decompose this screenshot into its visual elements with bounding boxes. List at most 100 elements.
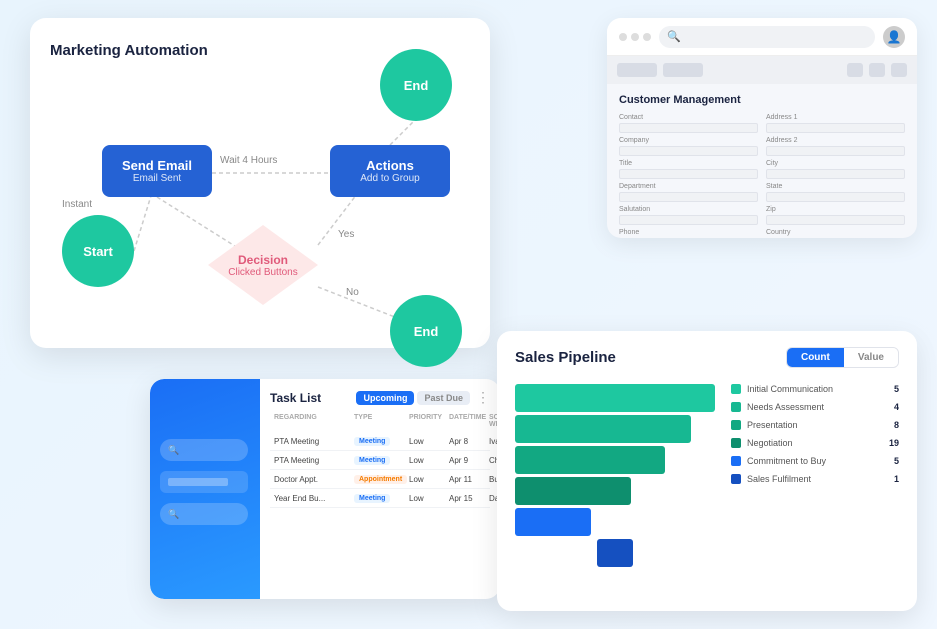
- legend-value-6: 1: [894, 474, 899, 484]
- legend-item-1: Initial Communication 5: [731, 384, 899, 394]
- sidebar-search[interactable]: 🔍: [160, 439, 248, 461]
- dot-1: [619, 33, 627, 41]
- cell-date: Apr 8: [449, 437, 489, 446]
- sidebar-item-1[interactable]: [160, 471, 248, 493]
- legend-label-4: Negotiation: [747, 438, 883, 448]
- legend-item-2: Needs Assessment 4: [731, 402, 899, 412]
- start-node: Start: [62, 215, 134, 287]
- pipeline-title: Sales Pipeline: [515, 349, 616, 366]
- crm-label-country: Country: [766, 229, 905, 236]
- crm-input-salutation[interactable]: [619, 215, 758, 225]
- decision-node[interactable]: Decision Clicked Buttons: [208, 225, 318, 305]
- legend-item-5: Commitment to Buy 5: [731, 456, 899, 466]
- dot-3: [643, 33, 651, 41]
- funnel-bar-2: [515, 415, 691, 443]
- funnel-chart: [515, 380, 715, 590]
- legend-item-3: Presentation 8: [731, 420, 899, 430]
- col-type: TYPE: [354, 414, 409, 428]
- funnel-bar-3: [515, 446, 665, 474]
- pipeline-body: Initial Communication 5 Needs Assessment…: [515, 380, 899, 590]
- toolbar-btn-sm-2: [869, 63, 885, 77]
- tasks-main: Task List Upcoming Past Due ⋮ REGARDING …: [260, 379, 500, 599]
- crm-field-state: State: [766, 183, 905, 202]
- tasks-table-header: REGARDING TYPE PRIORITY DATE/TIME SCHEDU…: [270, 412, 490, 430]
- legend-dot-6: [731, 474, 741, 484]
- sidebar-search-2[interactable]: 🔍: [160, 503, 248, 525]
- crm-label-company: Company: [619, 137, 758, 144]
- legend-dot-4: [731, 438, 741, 448]
- crm-input-city[interactable]: [766, 169, 905, 179]
- flow-area: Start End End Send Email Email Sent Acti…: [50, 77, 470, 347]
- legend-value-5: 5: [894, 456, 899, 466]
- legend-dot-3: [731, 420, 741, 430]
- table-row: PTA Meeting Meeting Low Apr 8 Ivan A. Sh…: [270, 432, 490, 451]
- legend-item-4: Negotiation 19: [731, 438, 899, 448]
- cell-regarding: Year End Bu...: [274, 494, 354, 503]
- legend-value-1: 5: [894, 384, 899, 394]
- crm-input-address1[interactable]: [766, 123, 905, 133]
- cell-type: Meeting: [354, 493, 409, 503]
- crm-field-country: Country: [766, 229, 905, 238]
- pipeline-tabs: Count Value: [786, 347, 899, 368]
- send-email-node[interactable]: Send Email Email Sent: [102, 145, 212, 197]
- toolbar-btn-2: [663, 63, 703, 77]
- cell-priority: Low: [409, 494, 449, 503]
- col-regarding: REGARDING: [274, 414, 354, 428]
- funnel-bar-4: [515, 477, 631, 505]
- crm-field-company: Company: [619, 137, 758, 156]
- crm-input-contact[interactable]: [619, 123, 758, 133]
- col-datetime: DATE/TIME: [449, 414, 489, 428]
- crm-label-phone: Phone: [619, 229, 758, 236]
- cell-type: Meeting: [354, 436, 409, 446]
- legend-value-3: 8: [894, 420, 899, 430]
- cell-regarding: PTA Meeting: [274, 456, 354, 465]
- tab-count[interactable]: Count: [787, 348, 844, 367]
- table-row: Year End Bu... Meeting Low Apr 15 Daneth…: [270, 489, 490, 508]
- tab-upcoming[interactable]: Upcoming: [356, 391, 414, 405]
- end-bottom-node: End: [390, 295, 462, 367]
- actions-node[interactable]: Actions Add to Group: [330, 145, 450, 197]
- user-avatar: 👤: [883, 26, 905, 48]
- crm-input-state[interactable]: [766, 192, 905, 202]
- crm-field-address2: Address 2: [766, 137, 905, 156]
- browser-search-bar[interactable]: 🔍: [659, 26, 875, 48]
- crm-input-address2[interactable]: [766, 146, 905, 156]
- crm-input-dept[interactable]: [619, 192, 758, 202]
- tab-value[interactable]: Value: [844, 348, 898, 367]
- tasks-title: Task List: [270, 391, 321, 405]
- legend-dot-5: [731, 456, 741, 466]
- crm-label-dept: Department: [619, 183, 758, 190]
- toolbar-btn-1: [617, 63, 657, 77]
- cell-regarding: Doctor Appt.: [274, 475, 354, 484]
- crm-field-city: City: [766, 160, 905, 179]
- funnel-bar-5: [515, 508, 591, 536]
- automation-card: Marketing Automation Start: [30, 18, 490, 348]
- end-top-node: End: [380, 49, 452, 121]
- crm-field-zip: Zip: [766, 206, 905, 225]
- legend-label-3: Presentation: [747, 420, 888, 430]
- label-no: No: [346, 287, 359, 298]
- browser-bar: 🔍 👤: [607, 18, 917, 56]
- tasks-menu-icon[interactable]: ⋮: [476, 389, 490, 406]
- crm-input-company[interactable]: [619, 146, 758, 156]
- browser-dots: [619, 33, 651, 41]
- crm-input-title[interactable]: [619, 169, 758, 179]
- cell-date: Apr 11: [449, 475, 489, 484]
- pipeline-card: Sales Pipeline Count Value Initial Commu…: [497, 331, 917, 611]
- cell-regarding: PTA Meeting: [274, 437, 354, 446]
- tab-pastdue[interactable]: Past Due: [417, 391, 470, 405]
- legend-label-5: Commitment to Buy: [747, 456, 888, 466]
- legend-dot-2: [731, 402, 741, 412]
- tasks-tabs: Upcoming Past Due: [356, 391, 470, 405]
- cell-type: Appointment: [354, 474, 409, 484]
- crm-label-address2: Address 2: [766, 137, 905, 144]
- cell-date: Apr 15: [449, 494, 489, 503]
- cell-priority: Low: [409, 475, 449, 484]
- legend-label-2: Needs Assessment: [747, 402, 888, 412]
- crm-input-zip[interactable]: [766, 215, 905, 225]
- main-container: Marketing Automation Start: [0, 0, 937, 629]
- cell-priority: Low: [409, 456, 449, 465]
- sidebar-search-icon-2: 🔍: [168, 509, 179, 520]
- crm-label-city: City: [766, 160, 905, 167]
- table-row: PTA Meeting Meeting Low Apr 9 Charlie Al…: [270, 451, 490, 470]
